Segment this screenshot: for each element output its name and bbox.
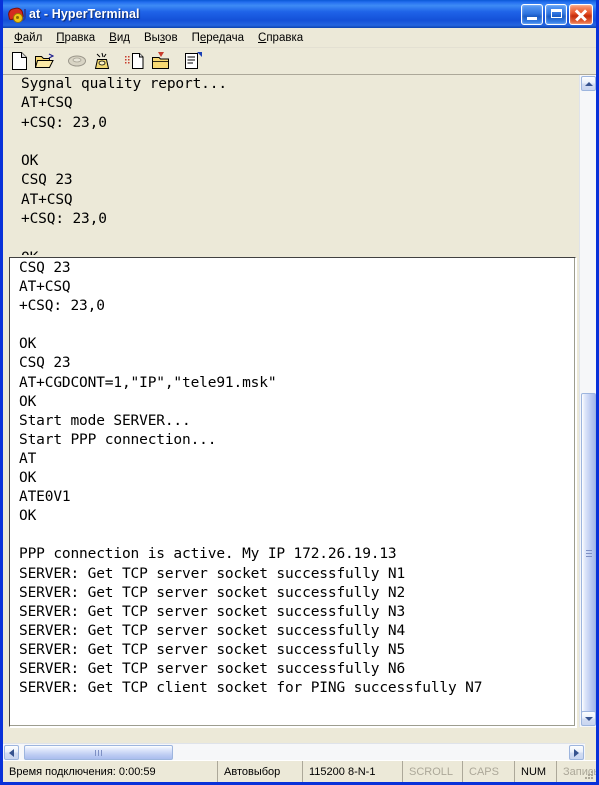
terminal-line: Sygnal quality report... [21,76,227,92]
new-connection-icon[interactable] [7,50,31,73]
vertical-scroll-thumb[interactable] [581,393,596,715]
terminal-line: Start PPP connection... [19,431,217,448]
horizontal-scroll-thumb[interactable] [24,745,173,760]
terminal-client-area: Sygnal quality report... AT+CSQ +CSQ: 23… [3,75,596,760]
terminal-line: OK [21,249,576,255]
terminal-line: +CSQ: 23,0 [21,211,107,228]
minimize-button[interactable] [521,3,543,25]
terminal-line: +CSQ: 23,0 [21,114,107,131]
terminal-line: OK [19,393,37,410]
menu-file[interactable]: Файл [7,30,49,46]
receive-file-icon[interactable] [148,50,172,73]
menu-transfer[interactable]: Передача [185,30,251,46]
status-caps-indicator: CAPS [463,761,515,782]
terminal-line: SERVER: Get TCP server socket successful… [19,660,406,677]
scroll-up-arrow[interactable] [581,76,596,91]
maximize-button[interactable] [545,3,567,25]
vertical-scrollbar[interactable] [579,75,596,727]
send-file-icon[interactable] [123,50,147,73]
terminal-line: PPP connection is active. My IP 172.26.1… [19,546,397,563]
terminal-history-region: Sygnal quality report... AT+CSQ +CSQ: 23… [7,75,576,255]
window-title: at - HyperTerminal [29,7,140,21]
terminal-line: CSQ 23 [19,260,71,276]
terminal-line: SERVER: Get TCP server socket successful… [19,565,406,582]
terminal-line: SERVER: Get TCP server socket successful… [19,622,406,639]
status-connection-time: Время подключения: 0:00:59 [3,761,218,782]
status-num-indicator: NUM [515,761,557,782]
tool-bar [3,48,596,75]
menu-edit[interactable]: Правка [49,30,102,46]
scroll-left-arrow[interactable] [4,745,19,760]
resize-grip[interactable] [583,769,595,781]
title-bar[interactable]: at - HyperTerminal [3,0,596,28]
telephone-icon [7,6,26,23]
properties-icon[interactable] [181,50,205,73]
terminal-line: AT+CSQ [21,95,73,112]
disconnect-icon[interactable] [90,50,114,73]
status-bar: Время подключения: 0:00:59 Автовыбор 115… [3,760,596,782]
terminal-line: SERVER: Get TCP server socket successful… [19,641,406,658]
terminal-line: SERVER: Get TCP server socket successful… [19,603,406,620]
menu-view[interactable]: Вид [102,30,137,46]
status-detection: Автовыбор [218,761,303,782]
status-line-settings: 115200 8-N-1 [303,761,403,782]
scroll-right-arrow[interactable] [569,745,584,760]
open-icon[interactable] [32,50,56,73]
terminal-line: Start mode SERVER... [19,412,191,429]
terminal-line: OK [21,153,39,170]
menu-help[interactable]: Справка [251,30,310,46]
menu-call[interactable]: Вызов [137,30,185,46]
status-scroll-indicator: SCROLL [403,761,463,782]
scroll-down-arrow[interactable] [581,711,596,726]
terminal-output-panel[interactable]: CSQ 23 AT+CSQ +CSQ: 23,0 OK CSQ 23 AT+CG… [9,257,576,727]
menu-bar: Файл Правка Вид Вызов Передача Справка [3,28,596,48]
terminal-line: OK [19,470,37,487]
terminal-line: OK [19,336,37,353]
call-icon[interactable] [65,50,89,73]
terminal-line: +CSQ: 23,0 [19,298,105,315]
terminal-line: AT [19,450,37,467]
terminal-line: SERVER: Get TCP server socket successful… [19,584,406,601]
horizontal-scrollbar[interactable] [3,743,585,760]
hyperterminal-window: at - HyperTerminal Файл Правка Вид Вызов… [0,0,599,785]
terminal-line: AT+CSQ [19,279,71,296]
terminal-line: OK [19,508,37,525]
close-button[interactable] [569,3,593,25]
terminal-line: ATE0V1 [19,489,71,506]
window-controls [521,3,594,25]
terminal-line: AT+CGDCONT=1,"IP","tele91.msk" [19,374,277,391]
terminal-line: SERVER: Get TCP client socket for PING s… [19,680,483,697]
terminal-line: AT+CSQ [21,191,73,208]
terminal-line: CSQ 23 [19,355,71,372]
terminal-line: CSQ 23 [21,172,73,189]
